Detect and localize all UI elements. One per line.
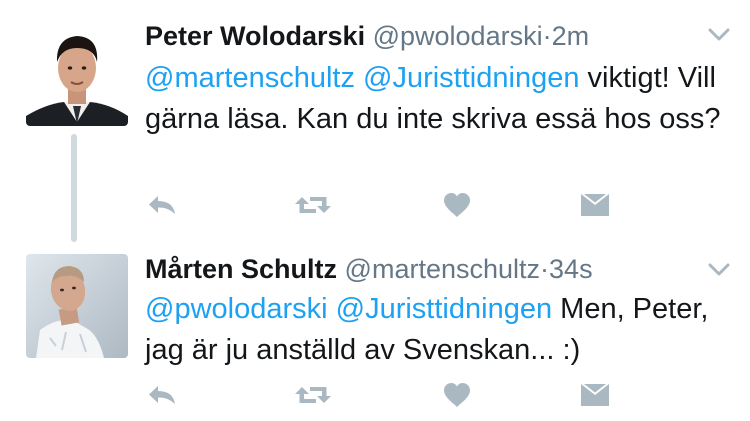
tweet-header: Peter Wolodarski @pwolodarski·2m <box>145 20 589 52</box>
tweet[interactable]: Mårten Schultz @martenschultz·34s @pwolo… <box>0 240 750 421</box>
envelope-icon <box>581 194 609 216</box>
like-button[interactable] <box>441 378 473 412</box>
reply-button[interactable] <box>145 378 179 412</box>
mention-link[interactable]: @Juristtidningen <box>336 293 552 325</box>
avatar[interactable] <box>26 24 128 126</box>
thread-line <box>71 134 77 242</box>
chevron-down-icon[interactable] <box>708 263 730 277</box>
action-bar <box>145 378 625 412</box>
timestamp[interactable]: 2m <box>552 21 590 51</box>
retweet-button[interactable] <box>293 378 333 412</box>
reply-icon <box>149 196 175 214</box>
action-bar <box>145 188 625 222</box>
dm-button[interactable] <box>579 188 611 222</box>
reply-icon <box>149 386 175 404</box>
dm-button[interactable] <box>579 378 611 412</box>
mention-link[interactable]: @martenschultz <box>145 62 355 94</box>
handle[interactable]: @pwolodarski <box>373 21 543 51</box>
retweet-icon <box>295 197 331 213</box>
separator: · <box>540 254 550 284</box>
envelope-icon <box>581 384 609 406</box>
retweet-icon <box>295 387 331 403</box>
tweet-text: @pwolodarski @Juristtidningen Men, Peter… <box>145 289 735 371</box>
mention-link[interactable]: @pwolodarski <box>145 293 328 325</box>
tweet-text: @martenschultz @Juristtidningen viktigt!… <box>145 58 735 140</box>
handle[interactable]: @martenschultz <box>345 254 540 284</box>
like-button[interactable] <box>441 188 473 222</box>
reply-button[interactable] <box>145 188 179 222</box>
tweet[interactable]: Peter Wolodarski @pwolodarski·2m @marten… <box>0 0 750 242</box>
avatar[interactable] <box>26 254 128 358</box>
display-name[interactable]: Mårten Schultz <box>145 254 337 284</box>
heart-icon <box>444 383 470 407</box>
tweet-header: Mårten Schultz @martenschultz·34s <box>145 253 593 285</box>
chevron-down-icon[interactable] <box>708 28 730 42</box>
heart-icon <box>444 193 470 217</box>
separator: · <box>542 21 552 51</box>
mention-link[interactable]: @Juristtidningen <box>363 62 579 94</box>
retweet-button[interactable] <box>293 188 333 222</box>
timestamp[interactable]: 34s <box>549 254 593 284</box>
display-name[interactable]: Peter Wolodarski <box>145 21 365 51</box>
